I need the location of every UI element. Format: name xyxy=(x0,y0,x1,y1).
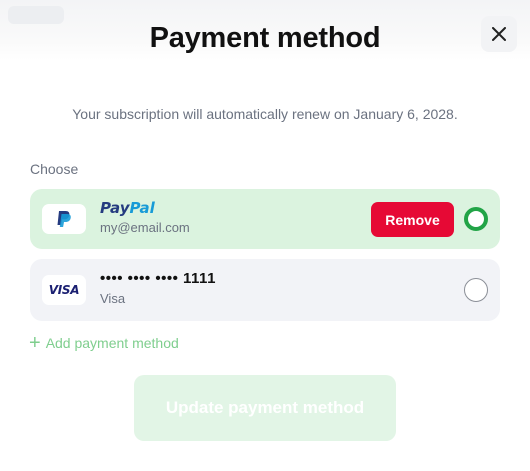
plus-icon: + xyxy=(29,332,41,354)
renewal-notice: Your subscription will automatically ren… xyxy=(72,106,458,122)
visa-icon: VISA xyxy=(48,283,80,297)
choose-label: Choose xyxy=(30,161,79,177)
card-number: •••• •••• •••• 1111 xyxy=(100,270,216,287)
paypal-logo-box xyxy=(42,204,86,234)
paypal-email: my@email.com xyxy=(100,220,190,235)
paypal-brand: PayPal xyxy=(100,199,155,217)
paypal-icon xyxy=(57,211,71,227)
remove-button[interactable]: Remove xyxy=(371,202,454,237)
card-brand-label: Visa xyxy=(100,291,126,306)
payment-method-paypal[interactable]: PayPal my@email.com Remove xyxy=(30,189,500,249)
radio-selected[interactable] xyxy=(464,207,488,231)
add-payment-method-link[interactable]: + Add payment method xyxy=(29,332,179,354)
dialog-title: Payment method xyxy=(149,22,381,54)
update-payment-method-button[interactable]: Update payment method xyxy=(134,375,396,441)
visa-logo-box: VISA xyxy=(42,275,86,305)
paypal-brand-pay: Pay xyxy=(100,199,130,217)
radio-unselected[interactable] xyxy=(464,278,488,302)
paypal-brand-pal: Pal xyxy=(129,199,155,217)
payment-method-visa[interactable]: VISA •••• •••• •••• 1111 Visa xyxy=(30,259,500,321)
add-payment-method-label: Add payment method xyxy=(45,335,179,351)
